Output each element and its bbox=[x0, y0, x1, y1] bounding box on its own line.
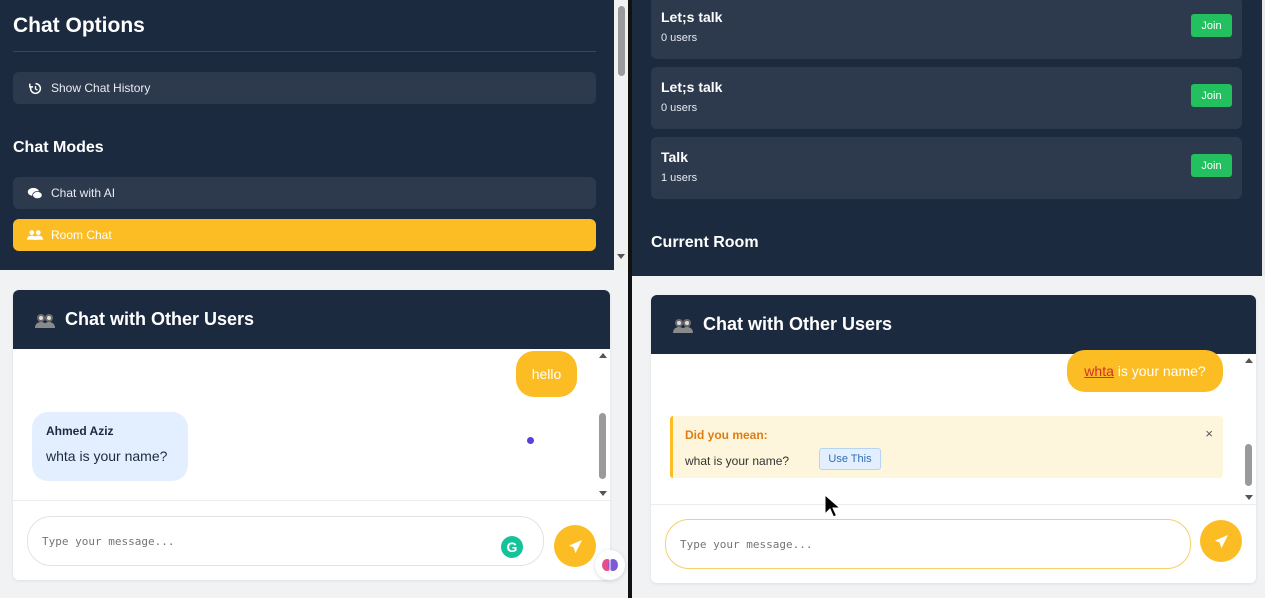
own-message-bubble: whta is your name? bbox=[1067, 350, 1223, 392]
chat-with-ai-button[interactable]: Chat with AI bbox=[13, 177, 596, 209]
chat-options-sidebar: Chat Options Show Chat History Chat Mode… bbox=[0, 0, 614, 270]
spelling-suggestion-box: Did you mean: what is your name? Use Thi… bbox=[670, 416, 1223, 478]
scroll-up-arrow-icon[interactable] bbox=[599, 353, 607, 358]
user-group-icon bbox=[671, 315, 695, 335]
scroll-down-arrow-icon[interactable] bbox=[617, 254, 625, 259]
suggestion-text: what is your name? bbox=[685, 454, 790, 468]
rooms-sidebar: Let;s talk 0 users Join Let;s talk 0 use… bbox=[632, 0, 1262, 276]
message-scrollbar[interactable] bbox=[597, 349, 609, 500]
suggestion-heading: Did you mean: bbox=[685, 428, 768, 442]
send-button[interactable] bbox=[554, 525, 596, 567]
scrollbar-thumb[interactable] bbox=[599, 413, 606, 479]
right-window: Let;s talk 0 users Join Let;s talk 0 use… bbox=[632, 0, 1265, 598]
left-window: Chat Options Show Chat History Chat Mode… bbox=[0, 0, 628, 598]
message-input-bar bbox=[651, 504, 1256, 583]
close-icon[interactable]: × bbox=[1205, 426, 1213, 441]
chat-header-title: Chat with Other Users bbox=[703, 314, 893, 334]
other-message-bubble: Ahmed Aziz whta is your name? bbox=[32, 412, 188, 481]
brain-extension-icon[interactable] bbox=[595, 550, 625, 580]
join-room-button[interactable]: Join bbox=[1191, 154, 1232, 177]
room-name: Let;s talk bbox=[661, 79, 723, 95]
misspelled-word: whta bbox=[1084, 363, 1114, 379]
room-user-count: 0 users bbox=[661, 102, 698, 114]
room-card: Let;s talk 0 users Join bbox=[651, 67, 1242, 129]
chat-header: Chat with Other Users bbox=[651, 295, 1256, 354]
show-chat-history-label: Show Chat History bbox=[51, 81, 151, 95]
grammarly-icon[interactable]: G bbox=[501, 536, 523, 558]
room-chat-button[interactable]: Room Chat bbox=[13, 219, 596, 251]
history-icon bbox=[27, 82, 43, 95]
room-card: Let;s talk 0 users Join bbox=[651, 0, 1242, 59]
show-chat-history-button[interactable]: Show Chat History bbox=[13, 72, 596, 104]
divider bbox=[13, 51, 596, 52]
chat-with-ai-label: Chat with AI bbox=[51, 186, 116, 200]
message-input-bar: G bbox=[13, 500, 610, 580]
own-message-text: is your name? bbox=[1113, 363, 1206, 379]
send-button[interactable] bbox=[1200, 520, 1242, 562]
send-icon bbox=[1214, 534, 1228, 548]
room-user-count: 1 users bbox=[661, 172, 698, 184]
sidebar-title: Chat Options bbox=[13, 14, 145, 37]
users-icon bbox=[27, 229, 43, 241]
comments-icon bbox=[27, 187, 43, 200]
sidebar-scrollbar[interactable] bbox=[614, 0, 628, 270]
chat-panel: Chat with Other Users whta is your name?… bbox=[651, 295, 1256, 583]
scrollbar-thumb[interactable] bbox=[618, 6, 625, 76]
typing-indicator-dot bbox=[527, 437, 534, 444]
sender-name: Ahmed Aziz bbox=[46, 424, 114, 438]
scroll-down-arrow-icon[interactable] bbox=[599, 491, 607, 496]
scroll-up-arrow-icon[interactable] bbox=[1245, 358, 1253, 363]
chat-header-title: Chat with Other Users bbox=[65, 309, 255, 329]
room-card: Talk 1 users Join bbox=[651, 137, 1242, 199]
own-message-text: hello bbox=[531, 366, 562, 382]
message-list[interactable]: hello Ahmed Aziz whta is your name? bbox=[13, 349, 610, 500]
chat-modes-heading: Chat Modes bbox=[13, 139, 104, 156]
room-name: Talk bbox=[661, 149, 688, 165]
scroll-down-arrow-icon[interactable] bbox=[1245, 495, 1253, 500]
message-scrollbar[interactable] bbox=[1243, 354, 1255, 504]
room-name: Let;s talk bbox=[661, 9, 723, 25]
room-user-count: 0 users bbox=[661, 32, 698, 44]
join-room-button[interactable]: Join bbox=[1191, 84, 1232, 107]
message-list[interactable]: whta is your name? Did you mean: what is… bbox=[651, 350, 1256, 504]
user-group-icon bbox=[33, 310, 57, 330]
join-room-button[interactable]: Join bbox=[1191, 14, 1232, 37]
current-room-heading: Current Room bbox=[651, 234, 759, 251]
use-suggestion-button[interactable]: Use This bbox=[819, 448, 881, 470]
own-message-bubble: hello bbox=[516, 351, 577, 397]
other-message-text: whta is your name? bbox=[46, 448, 168, 464]
room-chat-label: Room Chat bbox=[51, 228, 112, 242]
chat-panel: Chat with Other Users hello Ahmed Aziz w… bbox=[13, 290, 610, 580]
message-input[interactable] bbox=[27, 516, 544, 566]
mouse-cursor-icon bbox=[824, 494, 842, 518]
chat-header: Chat with Other Users bbox=[13, 290, 610, 349]
scrollbar-thumb[interactable] bbox=[1245, 444, 1252, 486]
send-icon bbox=[568, 539, 582, 553]
message-input[interactable] bbox=[665, 519, 1191, 569]
